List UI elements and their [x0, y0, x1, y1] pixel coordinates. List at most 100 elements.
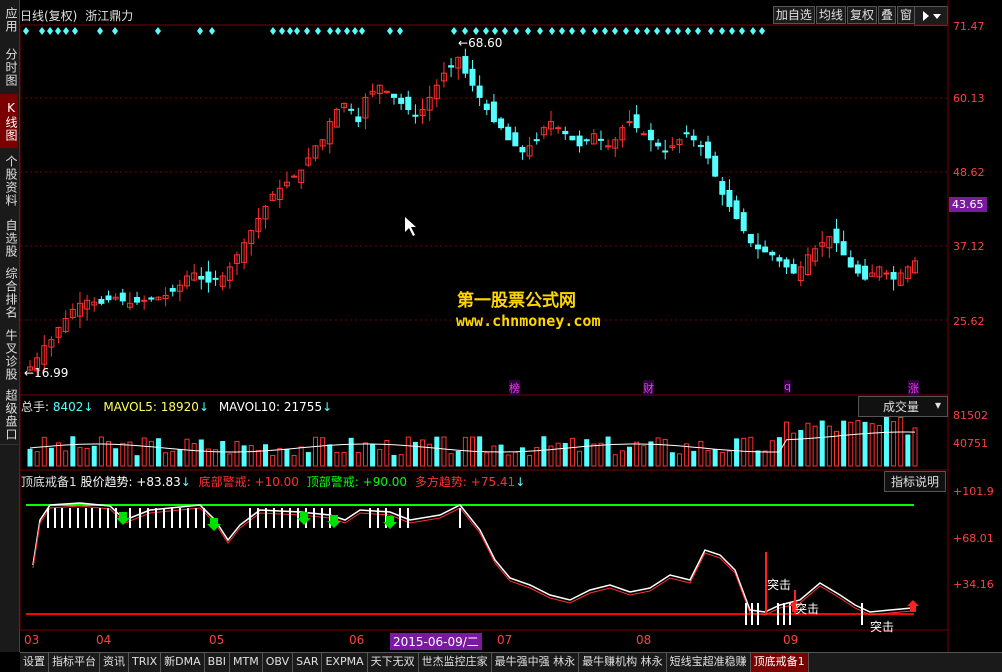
- volume-bar: [805, 422, 811, 467]
- volume-bar: [277, 447, 283, 467]
- indicator-tab[interactable]: SAR: [293, 653, 323, 672]
- annotation-breakout: 突击: [795, 602, 820, 616]
- signal-diamond: [559, 27, 565, 35]
- month-label: 04: [96, 633, 112, 647]
- signal-diamond: [708, 27, 714, 35]
- candle-body: [705, 141, 712, 159]
- indicator-tab[interactable]: 设置: [20, 653, 49, 672]
- event-marker-finance[interactable]: 财: [643, 380, 654, 396]
- volume-bar: [41, 436, 47, 467]
- candle-body: [134, 296, 141, 303]
- volume-bar: [113, 448, 119, 467]
- candle-body: [662, 150, 669, 153]
- indicator-tab[interactable]: 资讯: [100, 653, 129, 672]
- event-marker-rank[interactable]: 榜: [509, 380, 520, 396]
- volume-bar: [876, 424, 882, 467]
- signal-diamond: [719, 27, 725, 35]
- month-label: 08: [636, 633, 652, 647]
- indicator-tab[interactable]: OBV: [263, 653, 294, 672]
- indicator-tab[interactable]: 世杰监控庄家: [419, 653, 492, 672]
- signal-diamond: [359, 27, 365, 35]
- volume-bar: [234, 440, 240, 467]
- volume-bar: [177, 449, 183, 467]
- volume-bar: [755, 450, 761, 467]
- candle-body: [469, 68, 476, 86]
- signal-diamond: [644, 27, 650, 35]
- mouse-pointer-icon: [405, 217, 416, 236]
- volume-bar: [734, 438, 740, 467]
- volume-bar: [241, 445, 247, 467]
- volume-bar: [712, 449, 718, 467]
- volume-indicator-select[interactable]: 成交量 ▾: [858, 396, 948, 417]
- watermark-title: 第一股票公式网: [457, 291, 576, 311]
- candle-body: [119, 292, 126, 302]
- indicator-tab[interactable]: TRIX: [129, 653, 162, 672]
- volume-bar: [134, 455, 140, 467]
- event-marker-rise[interactable]: 涨: [908, 380, 919, 396]
- volume-bar: [106, 441, 112, 467]
- signal-diamond: [569, 27, 575, 35]
- signal-diamond: [592, 27, 598, 35]
- volume-bar: [448, 453, 454, 467]
- volume-bar: [491, 445, 497, 467]
- volume-bar: [676, 453, 682, 467]
- event-marker-q[interactable]: q: [784, 380, 791, 393]
- indicator-tab[interactable]: 新DMA: [161, 653, 205, 672]
- indicator-help-button[interactable]: 指标说明: [884, 471, 947, 492]
- candle-body: [576, 135, 583, 147]
- volume-bar: [141, 437, 147, 467]
- price-panel-border: [19, 24, 949, 396]
- indicator-tab[interactable]: EXPMA: [322, 653, 368, 672]
- volume-bar: [63, 450, 69, 467]
- price-axis-label: 37.12: [953, 240, 985, 253]
- candle-body: [597, 138, 604, 141]
- volume-bar: [227, 453, 233, 467]
- volume-bar: [191, 443, 197, 467]
- volume-bar: [505, 454, 511, 467]
- volume-bar: [819, 420, 825, 467]
- indicator-tab[interactable]: 短线宝超准稳赚: [667, 653, 751, 672]
- volume-bar: [634, 441, 640, 467]
- candle-body: [697, 144, 704, 147]
- signal-diamond: [294, 27, 300, 35]
- volume-bar: [662, 438, 668, 467]
- signal-diamond: [23, 27, 29, 35]
- volume-bar: [391, 454, 397, 467]
- indicator-tab[interactable]: 最牛强中强 林永: [492, 653, 580, 672]
- volume-bar: [512, 451, 518, 467]
- candle-body: [212, 277, 219, 280]
- signal-diamond: [759, 27, 765, 35]
- candle-body: [776, 257, 783, 262]
- volume-bar: [305, 452, 311, 467]
- candle-body: [512, 132, 519, 147]
- month-label: 05: [209, 633, 225, 647]
- volume-bar: [91, 445, 97, 467]
- candle-body: [640, 133, 647, 136]
- candle-body: [626, 121, 633, 124]
- signal-diamond: [473, 27, 479, 35]
- candle-body: [205, 271, 212, 283]
- volume-bar: [798, 429, 804, 467]
- volume-bar: [398, 454, 404, 467]
- annotation-breakout: 突击: [870, 620, 895, 634]
- indicator-tab[interactable]: 天下无双: [368, 653, 419, 672]
- signal-diamond: [665, 27, 671, 35]
- volume-bar: [155, 438, 161, 467]
- volume-bar: [291, 455, 297, 467]
- indicator-tab[interactable]: 最牛赚机构 林永: [579, 653, 667, 672]
- indicator-tab[interactable]: BBI: [205, 653, 230, 672]
- signal-diamond: [39, 27, 45, 35]
- indicator-tab[interactable]: 顶底戒备1: [750, 653, 809, 672]
- indicator-tab[interactable]: MTM: [230, 653, 263, 672]
- volume-bar: [348, 437, 354, 467]
- signal-diamond: [47, 27, 53, 35]
- indicator-tab[interactable]: 指标平台: [49, 653, 100, 672]
- signal-diamond: [537, 27, 543, 35]
- volume-bar: [462, 436, 468, 467]
- candle-body: [883, 272, 890, 275]
- candle-body: [762, 246, 769, 253]
- candle-body: [555, 127, 562, 130]
- volume-bar: [170, 450, 176, 467]
- month-label: 09: [783, 633, 799, 647]
- candle-body: [569, 135, 576, 141]
